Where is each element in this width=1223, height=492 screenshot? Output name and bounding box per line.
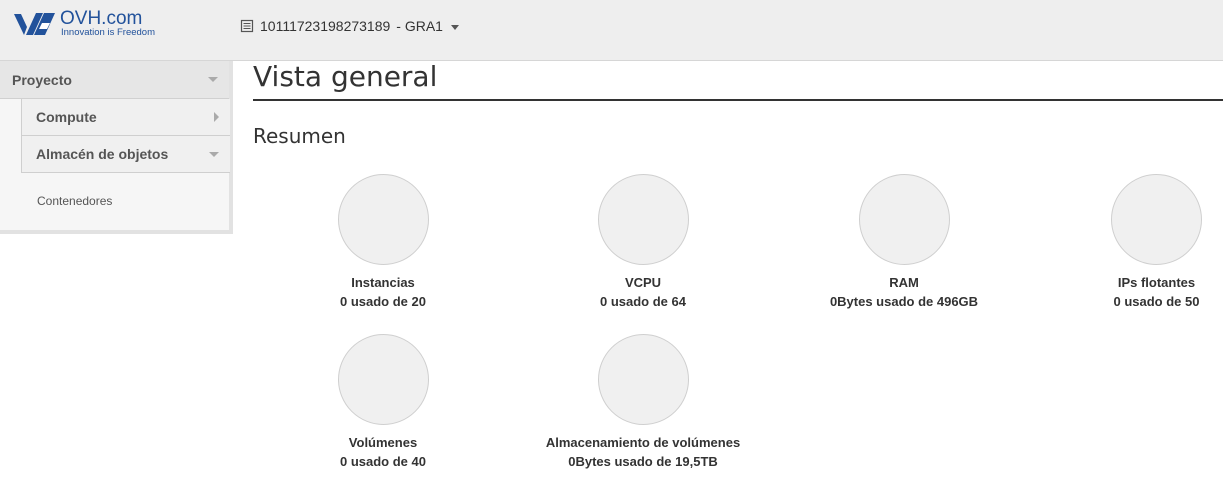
- usage-gauge: [597, 334, 689, 425]
- sidebar-item-label: Almacén de objetos: [36, 146, 169, 162]
- metric-name: RAM: [889, 275, 919, 290]
- sidebar-section-proyecto[interactable]: Proyecto: [0, 61, 229, 99]
- usage-gauge: [337, 334, 429, 425]
- metric-name: Volúmenes: [348, 435, 418, 450]
- sidebar-item-almacen-objetos[interactable]: Almacén de objetos: [21, 136, 230, 173]
- section-title: Resumen: [253, 124, 346, 148]
- metric-value: 0 usado de 50: [1113, 294, 1200, 309]
- page-title: Vista general: [253, 60, 438, 93]
- metric-value: 0 usado de 64: [600, 294, 686, 309]
- server-list-icon: [240, 19, 254, 33]
- chevron-down-icon: [208, 77, 218, 82]
- metric-value: 0 usado de 40: [340, 454, 426, 469]
- sidebar-item-compute[interactable]: Compute: [21, 99, 230, 136]
- usage-gauge: [337, 174, 429, 265]
- chevron-down-icon: [209, 152, 219, 157]
- brand-tagline: Innovation is Freedom: [61, 27, 155, 38]
- metric-name: Almacenamiento de volúmenes: [545, 435, 741, 450]
- metric-name: IPs flotantes: [1117, 275, 1196, 290]
- metric-instancias: Instancias 0 usado de 20: [273, 174, 493, 311]
- ovh-logo[interactable]: OVH.com Innovation is Freedom: [14, 9, 164, 41]
- usage-gauge: [1111, 174, 1202, 265]
- metric-ips-flotantes: IPs flotantes 0 usado de 50: [1090, 174, 1223, 311]
- project-id: 10111723198273189: [260, 18, 391, 34]
- metric-value: 0Bytes usado de 19,5TB: [568, 454, 718, 469]
- metric-almacenamiento-volumenes: Almacenamiento de volúmenes 0Bytes usado…: [523, 334, 763, 471]
- ovh-logo-icon: [14, 13, 55, 35]
- metric-vcpu: VCPU 0 usado de 64: [533, 174, 753, 311]
- metric-name: Instancias: [351, 275, 415, 290]
- sidebar-item-label: Compute: [36, 109, 97, 125]
- top-bar: OVH.com Innovation is Freedom 1011172319…: [0, 0, 1223, 61]
- project-selector[interactable]: 10111723198273189 - GRA1: [240, 16, 459, 36]
- metric-value: 0 usado de 20: [340, 294, 426, 309]
- usage-gauge: [858, 174, 950, 265]
- brand-name: OVH.com: [60, 8, 143, 29]
- caret-down-icon: [450, 24, 459, 30]
- metric-volumenes: Volúmenes 0 usado de 40: [273, 334, 493, 471]
- project-region: - GRA1: [396, 18, 443, 34]
- chevron-right-icon: [214, 112, 219, 122]
- sidebar-section-label: Proyecto: [12, 71, 72, 88]
- metric-name: VCPU: [624, 275, 662, 290]
- sidebar-item-contenedores[interactable]: Contenedores: [37, 194, 112, 208]
- metric-value: 0Bytes usado de 496GB: [829, 294, 979, 309]
- metric-ram: RAM 0Bytes usado de 496GB: [794, 174, 1014, 311]
- usage-gauge: [597, 174, 689, 265]
- sidebar: Proyecto Compute Almacén de objetos Cont…: [0, 61, 233, 234]
- title-divider: [253, 99, 1223, 101]
